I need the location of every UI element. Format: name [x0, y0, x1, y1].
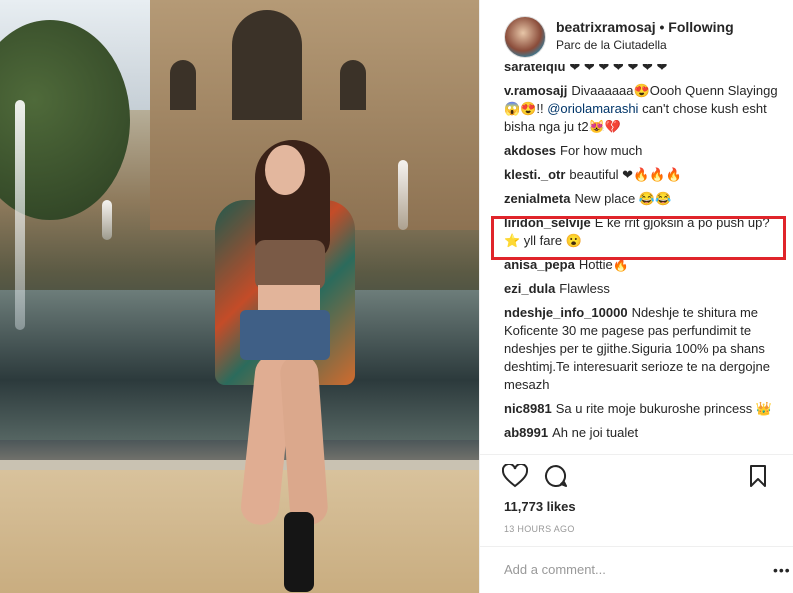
likes-count[interactable]: 11,773 likes — [504, 499, 576, 514]
photo-person-shorts — [240, 310, 330, 360]
comment-item: klesti._otr beautiful ❤🔥🔥🔥 — [504, 166, 784, 184]
comment-text: beautiful ❤🔥🔥🔥 — [569, 167, 682, 182]
comment-username[interactable]: ndeshje_info_10000 — [504, 305, 628, 320]
username-link[interactable]: beatrixramosaj — [556, 19, 656, 35]
comment-item: nic8981 Sa u rite moje bukuroshe princess… — [504, 400, 784, 418]
comment-item: v.ramosajj Divaaaaaa😍Oooh Quenn Slayingg😱… — [504, 82, 784, 136]
photo-ground — [0, 470, 479, 593]
divider — [480, 454, 793, 455]
separator-dot: • — [659, 19, 665, 35]
post-photo[interactable] — [0, 0, 479, 593]
comment-username[interactable]: v.ramosajj — [504, 83, 567, 98]
comment-item: ndeshje_info_10000 Ndeshje te shitura me … — [504, 304, 784, 394]
comment-username[interactable]: akdoses — [504, 143, 556, 158]
photo-person-top — [255, 240, 325, 290]
photo-arch — [232, 10, 302, 120]
following-button[interactable]: Following — [668, 19, 733, 35]
comment-icon[interactable] — [544, 464, 568, 488]
comment-mention-link[interactable]: @oriolamarashi — [547, 101, 638, 116]
comment-item: sarateiqiu ❤ ❤ ❤ ❤ ❤ ❤ ❤ — [504, 64, 784, 76]
comment-text: New place 😂😂 — [574, 191, 672, 206]
photo-person-boot — [284, 512, 314, 592]
comment-text: For how much — [560, 143, 643, 158]
comment-text: Flawless — [559, 281, 610, 296]
photo-arch — [340, 60, 366, 110]
comment-username[interactable]: nic8981 — [504, 401, 552, 416]
comment-username[interactable]: zenialmeta — [504, 191, 570, 206]
comment-text: ❤ ❤ ❤ ❤ ❤ ❤ ❤ — [569, 64, 668, 74]
photo-fountain — [102, 200, 112, 240]
post-side-panel: beatrixramosaj • Following Parc de la Ci… — [479, 0, 793, 593]
post-timestamp: 13 HOURS AGO — [504, 524, 575, 534]
comment-text: Sa u rite moje bukuroshe princess 👑 — [555, 401, 773, 416]
comment-item: zenialmeta New place 😂😂 — [504, 190, 784, 208]
comment-text: Ah ne joi tualet — [552, 425, 639, 440]
add-comment-input[interactable]: Add a comment... — [504, 562, 606, 577]
photo-person-face — [265, 145, 305, 195]
more-options-icon[interactable]: ••• — [773, 562, 791, 578]
heart-icon[interactable] — [502, 464, 528, 488]
photo-fountain — [15, 100, 25, 330]
comment-username[interactable]: ab8991 — [504, 425, 548, 440]
comment-username[interactable]: ezi_dula — [504, 281, 555, 296]
comment-item: ab8991 Ah ne joi tualet — [504, 424, 784, 442]
comment-username[interactable]: sarateiqiu — [504, 64, 565, 74]
divider — [480, 546, 793, 547]
post-header: beatrixramosaj • Following Parc de la Ci… — [480, 0, 793, 72]
comment-username[interactable]: klesti._otr — [504, 167, 565, 182]
avatar[interactable] — [504, 16, 546, 58]
photo-arch — [170, 60, 196, 110]
comment-item: ezi_dula Flawless — [504, 280, 784, 298]
action-bar — [500, 462, 780, 492]
photo-fountain — [398, 160, 408, 230]
comment-item: akdoses For how much — [504, 142, 784, 160]
location-link[interactable]: Parc de la Ciutadella — [556, 38, 667, 52]
bookmark-icon[interactable] — [748, 464, 768, 488]
highlight-box — [491, 216, 786, 260]
header-line: beatrixramosaj • Following — [556, 19, 734, 35]
